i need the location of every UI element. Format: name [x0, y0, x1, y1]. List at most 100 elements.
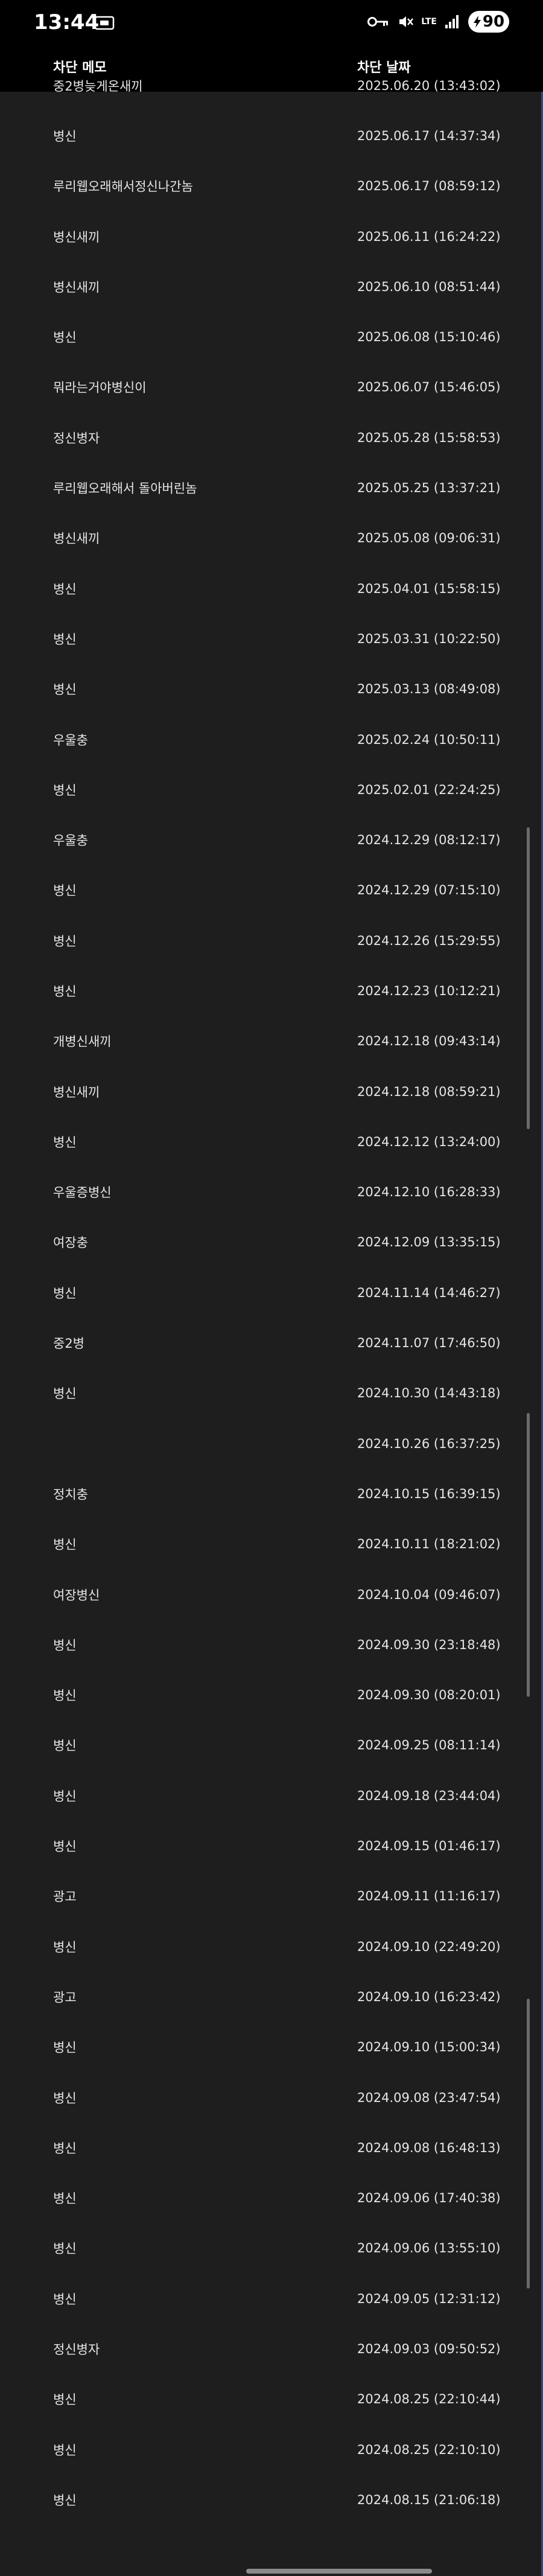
- table-row[interactable]: 병신 2025.06.17 (14:37:34): [0, 111, 543, 161]
- status-icons: LTE 90: [367, 11, 509, 33]
- table-row[interactable]: 광고 2024.09.10 (16:23:42): [0, 1972, 543, 2022]
- table-row[interactable]: 병신 2025.03.31 (10:22:50): [0, 614, 543, 664]
- table-row[interactable]: 병신 2024.10.30 (14:43:18): [0, 1368, 543, 1418]
- table-row[interactable]: 병신 2024.09.08 (16:48:13): [0, 2123, 543, 2173]
- table-row[interactable]: 병신 2024.08.25 (22:10:44): [0, 2374, 543, 2424]
- table-row[interactable]: 여장병신 2024.10.04 (09:46:07): [0, 1569, 543, 1620]
- scrollbar-thumb[interactable]: [527, 1999, 530, 2289]
- table-row[interactable]: 병신 2024.10.11 (18:21:02): [0, 1519, 543, 1569]
- table-row[interactable]: 병신 2024.12.26 (15:29:55): [0, 915, 543, 966]
- row-memo: 광고: [53, 1889, 77, 1905]
- table-row[interactable]: 루리웹오래해서정신나간놈 2025.06.17 (08:59:12): [0, 161, 543, 211]
- table-row[interactable]: 우울충 2025.02.24 (10:50:11): [0, 714, 543, 764]
- row-date: 2024.09.10 (16:23:42): [357, 1989, 501, 2004]
- table-row[interactable]: 병신 2024.08.15 (21:06:18): [0, 2475, 543, 2525]
- table-row[interactable]: 개병신새끼 2024.12.18 (09:43:14): [0, 1016, 543, 1066]
- table-row[interactable]: 병신 2025.03.13 (08:49:08): [0, 664, 543, 714]
- table-row[interactable]: 병신 2024.09.10 (15:00:34): [0, 2022, 543, 2072]
- table-row[interactable]: 병신 2024.09.06 (13:55:10): [0, 2223, 543, 2273]
- table-row[interactable]: 병신 2024.12.29 (07:15:10): [0, 865, 543, 915]
- table-row[interactable]: 정신병자 2024.09.03 (09:50:52): [0, 2324, 543, 2374]
- table-row[interactable]: 병신 2025.02.01 (22:24:25): [0, 764, 543, 815]
- table-row[interactable]: 병신 2024.09.15 (01:46:17): [0, 1821, 543, 1871]
- row-memo: 병신: [53, 1386, 77, 1402]
- row-memo: 정치충: [53, 1487, 88, 1502]
- table-row[interactable]: 병신 2024.09.08 (23:47:54): [0, 2072, 543, 2123]
- status-time: 13:44: [34, 10, 100, 34]
- signal-icon: [445, 15, 459, 28]
- row-date: 2024.09.05 (12:31:12): [357, 2291, 501, 2306]
- row-date: 2024.10.15 (16:39:15): [357, 1486, 501, 1501]
- row-date: 2024.09.08 (23:47:54): [357, 2090, 501, 2105]
- table-row[interactable]: 병신 2025.04.01 (15:58:15): [0, 563, 543, 614]
- table-row[interactable]: 정신병자 2025.05.28 (15:58:53): [0, 412, 543, 463]
- row-memo: 광고: [53, 1990, 77, 2005]
- table-row[interactable]: 병신새끼 2025.05.08 (09:06:31): [0, 513, 543, 563]
- scrollbar-thumb[interactable]: [527, 1413, 530, 1697]
- table-row[interactable]: 병신 2024.09.25 (08:11:14): [0, 1720, 543, 1770]
- row-memo: 병신: [53, 582, 77, 597]
- row-memo: 병신새끼: [53, 531, 100, 546]
- home-indicator[interactable]: [246, 2569, 432, 2574]
- table-row[interactable]: 루리웹오래해서 돌아버린놈 2025.05.25 (13:37:21): [0, 463, 543, 513]
- row-date: 2024.09.11 (11:16:17): [357, 1889, 501, 1904]
- table-row[interactable]: 여장충 2024.12.09 (13:35:15): [0, 1217, 543, 1267]
- row-date: 2024.10.04 (09:46:07): [357, 1587, 501, 1602]
- table-row[interactable]: 병신 2024.08.25 (22:10:10): [0, 2424, 543, 2475]
- row-date: 2024.12.18 (08:59:21): [357, 1084, 501, 1099]
- table-row[interactable]: 병신 2024.09.30 (23:18:48): [0, 1620, 543, 1670]
- row-date: 2024.08.15 (21:06:18): [357, 2492, 501, 2507]
- table-row[interactable]: 2024.10.26 (16:37:25): [0, 1418, 543, 1469]
- table-row[interactable]: 병신 2024.09.06 (17:40:38): [0, 2173, 543, 2223]
- row-memo: 여장병신: [53, 1588, 100, 1603]
- table-row[interactable]: 병신 2024.12.23 (10:12:21): [0, 966, 543, 1016]
- row-date: 2024.12.12 (13:24:00): [357, 1134, 501, 1149]
- row-memo: 병신: [53, 2443, 77, 2458]
- table-row[interactable]: 병신 2025.06.08 (15:10:46): [0, 312, 543, 362]
- table-row[interactable]: 병신 2024.09.18 (23:44:04): [0, 1770, 543, 1821]
- row-memo: 중2병늦게온새끼: [53, 78, 143, 94]
- row-date: 2024.09.30 (08:20:01): [357, 1688, 501, 1703]
- row-memo: 병신: [53, 1738, 77, 1754]
- table-row[interactable]: 병신새끼 2025.06.10 (08:51:44): [0, 261, 543, 312]
- table-row[interactable]: 병신 2024.09.05 (12:31:12): [0, 2273, 543, 2324]
- screen-record-icon: [94, 16, 115, 30]
- row-memo: 루리웹오래해서 돌아버린놈: [53, 481, 197, 496]
- row-memo: 병신: [53, 2493, 77, 2508]
- row-memo: 병신: [53, 2141, 77, 2156]
- table-row[interactable]: 중2병 2024.11.07 (17:46:50): [0, 1318, 543, 1368]
- row-date: 2024.11.14 (14:46:27): [357, 1285, 501, 1300]
- row-date: 2025.05.25 (13:37:21): [357, 481, 501, 496]
- table-row[interactable]: 뭐라는거야병신이 2025.06.07 (15:46:05): [0, 362, 543, 412]
- table-row[interactable]: 정치충 2024.10.15 (16:39:15): [0, 1469, 543, 1519]
- table-row[interactable]: 우울증병신 2024.12.10 (16:28:33): [0, 1167, 543, 1217]
- row-memo: 병신새끼: [53, 1085, 100, 1100]
- status-bar: 13:44 LTE 90: [0, 0, 543, 41]
- table-row[interactable]: 병신 2024.11.14 (14:46:27): [0, 1267, 543, 1318]
- row-memo: 병신: [53, 1638, 77, 1653]
- row-date: 2024.12.10 (16:28:33): [357, 1185, 501, 1200]
- row-memo: 뭐라는거야병신이: [53, 380, 147, 396]
- row-date: 2025.02.01 (22:24:25): [357, 782, 501, 797]
- row-memo: 병신: [53, 1839, 77, 1854]
- table-row[interactable]: 병신새끼 2025.06.11 (16:24:22): [0, 211, 543, 261]
- table-row[interactable]: 병신 2024.12.12 (13:24:00): [0, 1117, 543, 1167]
- table-row[interactable]: 중2병늦게온새끼 2025.06.20 (13:43:02): [0, 60, 543, 111]
- table-row[interactable]: 우울충 2024.12.29 (08:12:17): [0, 815, 543, 865]
- row-date: 2024.09.06 (13:55:10): [357, 2241, 501, 2256]
- row-date: 2024.10.26 (16:37:25): [357, 1436, 501, 1451]
- row-date: 2024.09.10 (22:49:20): [357, 1939, 501, 1954]
- key-icon: [367, 17, 389, 27]
- table-row[interactable]: 병신 2024.09.30 (08:20:01): [0, 1670, 543, 1720]
- table-row[interactable]: 병신 2024.09.10 (22:49:20): [0, 1921, 543, 1972]
- table-row[interactable]: 광고 2024.09.11 (11:16:17): [0, 1871, 543, 1921]
- row-date: 2024.09.03 (09:50:52): [357, 2342, 501, 2356]
- row-date: 2025.02.24 (10:50:11): [357, 732, 501, 747]
- scrollbar-thumb[interactable]: [527, 827, 530, 1129]
- row-memo: 병신: [53, 934, 77, 949]
- row-memo: 병신: [53, 1286, 77, 1301]
- row-memo: 병신: [53, 2040, 77, 2055]
- row-date: 2025.06.10 (08:51:44): [357, 279, 501, 294]
- mute-icon: [399, 16, 414, 27]
- table-row[interactable]: 병신새끼 2024.12.18 (08:59:21): [0, 1066, 543, 1117]
